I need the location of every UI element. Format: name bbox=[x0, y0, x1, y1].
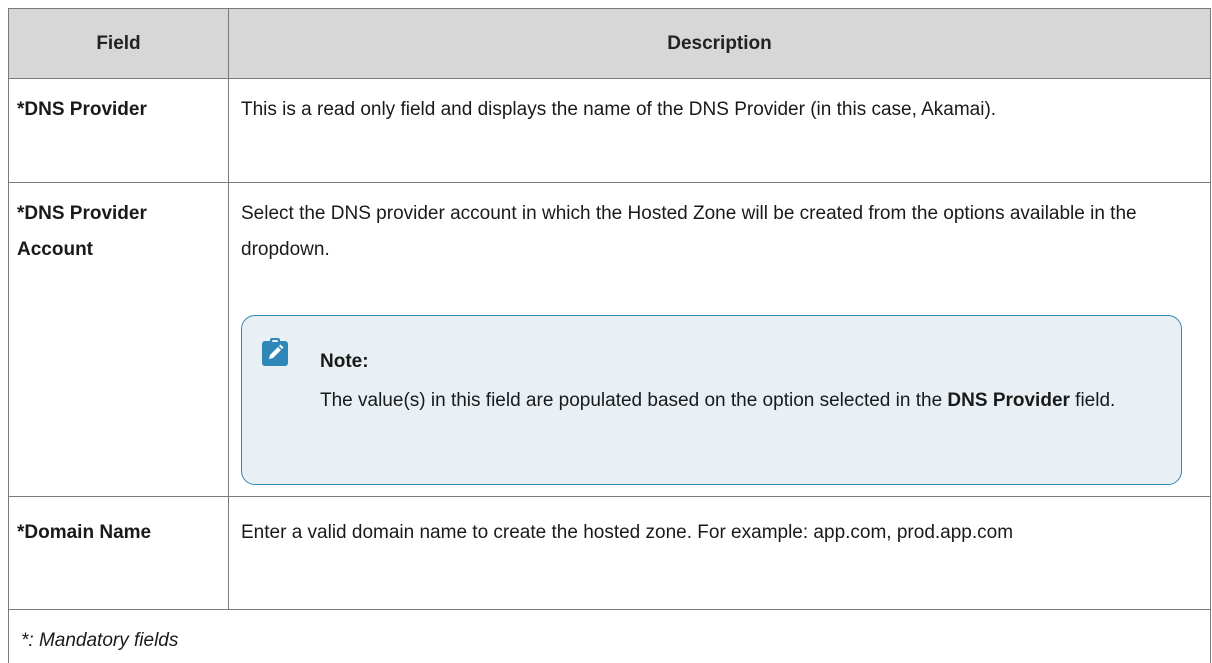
table-row: *Domain Name Enter a valid domain name t… bbox=[9, 497, 1210, 610]
field-description: This is a read only field and displays t… bbox=[241, 99, 997, 120]
table-row: *DNS Provider Account Select the DNS pro… bbox=[9, 183, 1210, 497]
note-text-end: field. bbox=[1069, 390, 1116, 411]
note-body: The value(s) in this field are populated… bbox=[320, 383, 1180, 419]
header-field: Field bbox=[96, 32, 141, 54]
field-name: *Domain Name bbox=[17, 522, 152, 543]
table-header: Field Description bbox=[9, 8, 1210, 79]
mandatory-footnote: *: Mandatory fields bbox=[21, 630, 179, 651]
column-divider bbox=[228, 8, 229, 78]
note-title: Note: bbox=[320, 351, 369, 372]
field-name: *DNS Provider Account bbox=[17, 203, 147, 260]
pencil-clipboard-icon bbox=[262, 338, 288, 366]
note-box: Note: The value(s) in this field are pop… bbox=[241, 315, 1182, 485]
note-text: The value(s) in this field are populated… bbox=[320, 390, 948, 411]
note-field-reference: DNS Provider bbox=[947, 390, 1070, 411]
header-description: Description bbox=[667, 32, 772, 54]
field-name: *DNS Provider bbox=[17, 99, 147, 120]
field-description: Select the DNS provider account in which… bbox=[241, 203, 1137, 260]
field-description: Enter a valid domain name to create the … bbox=[241, 522, 1014, 543]
table-row: *DNS Provider This is a read only field … bbox=[9, 78, 1210, 183]
fields-table: Field Description *DNS Provider This is … bbox=[8, 8, 1211, 663]
